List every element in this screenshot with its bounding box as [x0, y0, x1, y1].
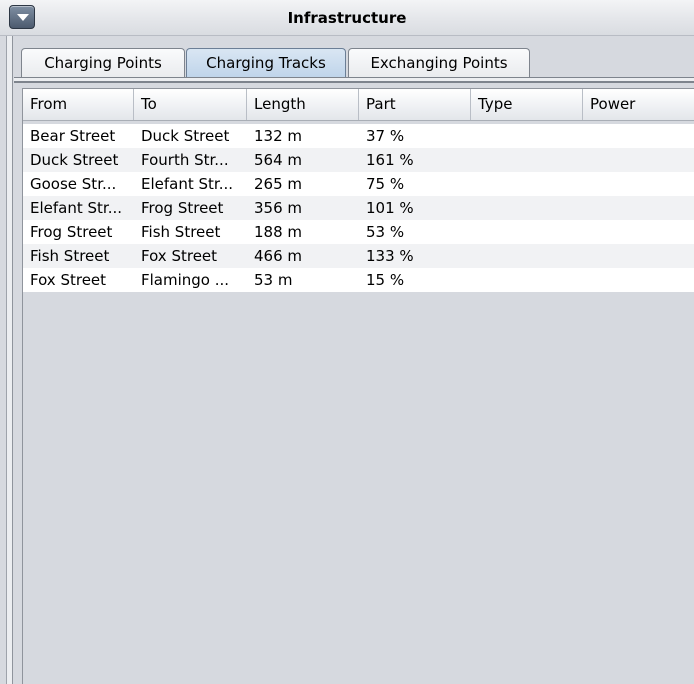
- column-header-from[interactable]: From: [23, 89, 134, 120]
- cell-part: 53 %: [366, 223, 405, 241]
- column-header-type[interactable]: Type: [471, 89, 583, 120]
- cell-length: 265 m: [254, 175, 303, 193]
- cell-length: 356 m: [254, 199, 303, 217]
- cell-power: [583, 148, 694, 172]
- cell-from: Duck Street: [30, 151, 119, 169]
- cell-power: [583, 244, 694, 268]
- cell-part: 75 %: [366, 175, 405, 193]
- cell-part: 133 %: [366, 247, 414, 265]
- table-row[interactable]: Duck Street Fourth Str... 564 m 161 %: [23, 148, 694, 172]
- tab-charging-tracks[interactable]: Charging Tracks: [186, 48, 346, 78]
- cell-type: [471, 172, 583, 196]
- table-row[interactable]: Fox Street Flamingo ... 53 m 15 %: [23, 268, 694, 292]
- cell-type: [471, 244, 583, 268]
- column-header-length[interactable]: Length: [247, 89, 359, 120]
- charging-tracks-table: From To Length Part Type Power Bear Stre…: [22, 88, 694, 684]
- column-header-part[interactable]: Part: [359, 89, 471, 120]
- cell-part: 101 %: [366, 199, 414, 217]
- cell-from: Fox Street: [30, 271, 107, 289]
- title-bar: Infrastructure: [0, 0, 694, 36]
- cell-to: Elefant Str...: [141, 175, 233, 193]
- cell-length: 53 m: [254, 271, 293, 289]
- cell-from: Frog Street: [30, 223, 113, 241]
- cell-to: Fish Street: [141, 223, 221, 241]
- table-row[interactable]: Elefant Str... Frog Street 356 m 101 %: [23, 196, 694, 220]
- column-header-to[interactable]: To: [134, 89, 247, 120]
- tab-exchanging-points[interactable]: Exchanging Points: [348, 48, 530, 78]
- table-header: From To Length Part Type Power: [23, 89, 694, 121]
- cell-length: 188 m: [254, 223, 303, 241]
- tab-charging-points[interactable]: Charging Points: [21, 48, 185, 78]
- infrastructure-window: Infrastructure Charging Points Charging …: [0, 0, 694, 684]
- cell-power: [583, 220, 694, 244]
- left-frame-border: [0, 36, 7, 684]
- cell-length: 132 m: [254, 127, 303, 145]
- cell-part: 37 %: [366, 127, 405, 145]
- cell-length: 564 m: [254, 151, 303, 169]
- left-frame-inner: [7, 36, 13, 684]
- cell-to: Duck Street: [141, 127, 230, 145]
- cell-type: [471, 196, 583, 220]
- cell-power: [583, 196, 694, 220]
- cell-to: Flamingo ...: [141, 271, 230, 289]
- cell-type: [471, 268, 583, 292]
- table-row[interactable]: Fish Street Fox Street 466 m 133 %: [23, 244, 694, 268]
- cell-type: [471, 220, 583, 244]
- cell-to: Fourth Str...: [141, 151, 229, 169]
- table-row[interactable]: Bear Street Duck Street 132 m 37 %: [23, 124, 694, 148]
- cell-power: [583, 172, 694, 196]
- table-row[interactable]: Goose Str... Elefant Str... 265 m 75 %: [23, 172, 694, 196]
- cell-part: 15 %: [366, 271, 405, 289]
- cell-from: Goose Str...: [30, 175, 117, 193]
- tab-bar: Charging Points Charging Tracks Exchangi…: [14, 36, 694, 78]
- window-title: Infrastructure: [287, 9, 407, 27]
- cell-part: 161 %: [366, 151, 414, 169]
- cell-from: Elefant Str...: [30, 199, 122, 217]
- cell-from: Fish Street: [30, 247, 110, 265]
- cell-from: Bear Street: [30, 127, 116, 145]
- cell-type: [471, 124, 583, 148]
- table-row[interactable]: Frog Street Fish Street 188 m 53 %: [23, 220, 694, 244]
- cell-type: [471, 148, 583, 172]
- column-header-power[interactable]: Power: [583, 89, 694, 120]
- cell-to: Fox Street: [141, 247, 218, 265]
- cell-power: [583, 268, 694, 292]
- cell-to: Frog Street: [141, 199, 224, 217]
- tab-content-border: [14, 77, 694, 83]
- cell-length: 466 m: [254, 247, 303, 265]
- cell-power: [583, 124, 694, 148]
